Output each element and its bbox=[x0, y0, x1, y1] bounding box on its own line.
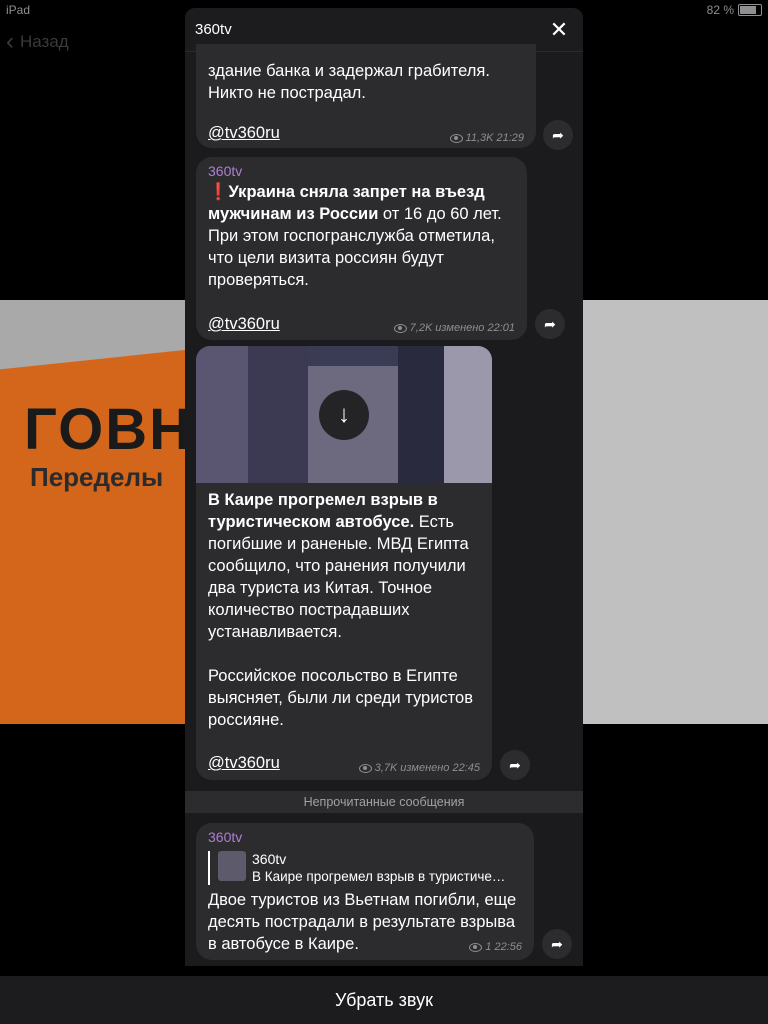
share-button[interactable]: ➦ bbox=[535, 309, 565, 339]
channel-link[interactable]: @tv360ru bbox=[208, 754, 280, 773]
reply-sender: 360tv bbox=[252, 851, 287, 867]
back-button[interactable]: ‹ Назад bbox=[6, 30, 69, 54]
reply-preview[interactable]: 360tv В Каире прогремел взрыв в туристич… bbox=[208, 851, 524, 885]
message-time: изменено 22:01 bbox=[435, 322, 515, 334]
eye-icon bbox=[393, 323, 407, 333]
reply-thumbnail bbox=[218, 851, 246, 881]
message-bubble[interactable]: 360tv ❗Украина сняла запрет на въезд муж… bbox=[196, 157, 527, 340]
eye-icon bbox=[469, 942, 483, 952]
message-text: здание банка и задержал грабителя. Никто… bbox=[208, 62, 490, 102]
view-count: 1 bbox=[485, 941, 492, 953]
close-icon[interactable]: ✕ bbox=[545, 16, 573, 44]
reply-text: В Каире прогремел взрыв в туристиче… bbox=[252, 869, 506, 884]
message-body-text: Есть погибшие и раненые. МВД Египта сооб… bbox=[208, 513, 469, 641]
back-label: Назад bbox=[20, 32, 69, 51]
sender-name: 360tv bbox=[208, 163, 243, 179]
message-bubble[interactable]: здание банка и задержал грабителя. Никто… bbox=[196, 44, 536, 148]
view-count: 3,7K bbox=[374, 762, 398, 774]
battery-indicator: 82 % bbox=[707, 3, 762, 17]
share-button[interactable]: ➦ bbox=[542, 929, 572, 959]
message-text: В Каире прогремел взрыв в туристическом … bbox=[208, 489, 480, 643]
battery-icon bbox=[738, 4, 762, 16]
message-time: 22:56 bbox=[494, 941, 522, 953]
device-label: iPad bbox=[6, 3, 31, 17]
message-meta: 3,7K изменено 22:45 bbox=[358, 762, 480, 774]
battery-percent: 82 % bbox=[706, 3, 734, 17]
message-bold-text: В Каире прогремел взрыв в туристическом … bbox=[208, 491, 438, 531]
chevron-left-icon: ‹ bbox=[6, 28, 14, 55]
channel-link[interactable]: @tv360ru bbox=[208, 315, 280, 334]
modal-title: 360tv bbox=[195, 21, 232, 38]
view-count: 11,3K bbox=[465, 132, 494, 144]
message-text-2: Российское посольство в Египте выясняет,… bbox=[208, 667, 473, 729]
channel-link[interactable]: @tv360ru bbox=[208, 124, 280, 143]
message-bubble[interactable]: 360tv 360tv В Каире прогремел взрыв в ту… bbox=[196, 823, 534, 960]
message-bubble[interactable]: ↓ В Каире прогремел взрыв в туристическо… bbox=[196, 346, 492, 780]
background-text-2: Переделы bbox=[30, 462, 164, 492]
download-icon[interactable]: ↓ bbox=[319, 390, 369, 440]
message-meta: 1 22:56 bbox=[469, 941, 522, 953]
eye-icon bbox=[449, 133, 463, 143]
mute-button[interactable]: Убрать звук bbox=[0, 976, 768, 1024]
sender-name: 360tv bbox=[208, 829, 243, 845]
message-meta: 7,2K изменено 22:01 bbox=[393, 322, 515, 334]
channel-preview-modal: 360tv ✕ здание банка и задержал грабител… bbox=[185, 8, 583, 966]
eye-icon bbox=[358, 763, 372, 773]
message-time: изменено 22:45 bbox=[400, 762, 480, 774]
share-button[interactable]: ➦ bbox=[500, 750, 530, 780]
message-time: 21:29 bbox=[496, 132, 524, 144]
background-text-1: ГОВН bbox=[24, 397, 194, 462]
message-text: ❗Украина сняла запрет на въезд мужчинам … bbox=[208, 181, 515, 291]
share-button[interactable]: ➦ bbox=[543, 120, 573, 150]
unread-divider: Непрочитанные сообщения bbox=[185, 791, 583, 813]
video-thumbnail[interactable]: ↓ bbox=[196, 346, 492, 483]
view-count: 7,2K bbox=[409, 322, 433, 334]
message-meta: 11,3K 21:29 bbox=[449, 132, 524, 144]
background-panel bbox=[583, 300, 768, 724]
